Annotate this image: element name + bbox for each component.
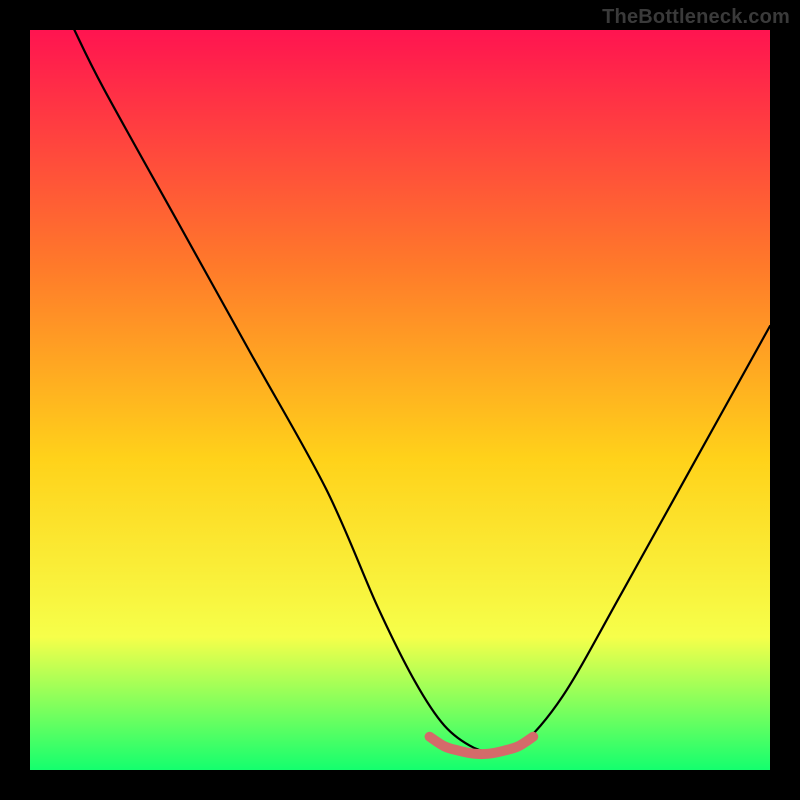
plot-area: [30, 30, 770, 770]
watermark-text: TheBottleneck.com: [602, 6, 790, 29]
bottleneck-chart: [0, 0, 800, 800]
chart-container: TheBottleneck.com: [0, 0, 800, 800]
